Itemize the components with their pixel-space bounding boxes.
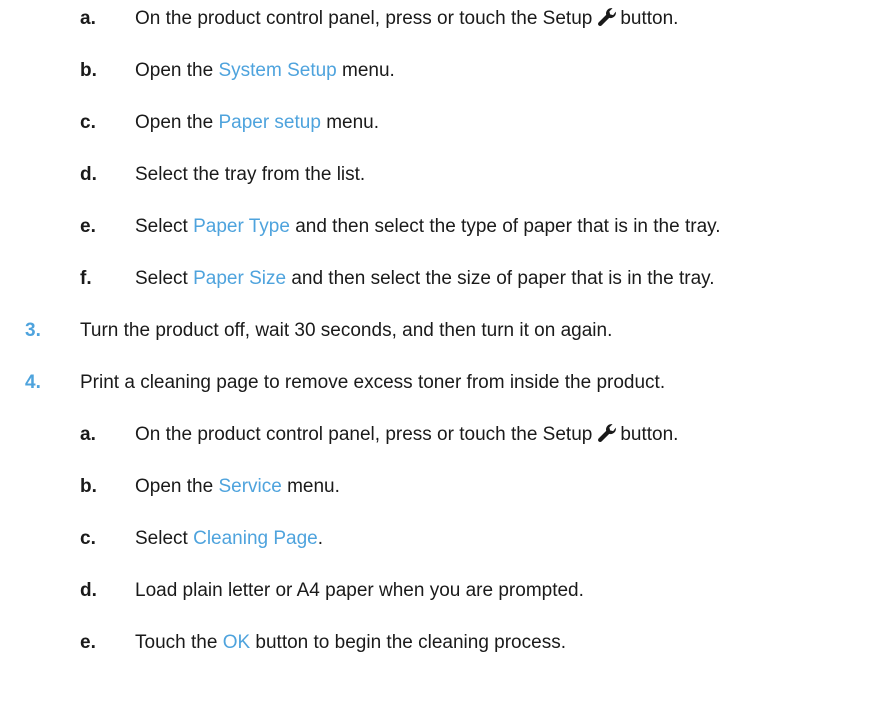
step-text: Open the Paper setup menu. [135, 108, 379, 138]
step-b-service: b. Open the Service menu. [80, 472, 880, 502]
step-text: Load plain letter or A4 paper when you a… [135, 580, 584, 601]
step-c-paper-setup: c. Open the Paper setup menu. [80, 108, 880, 138]
step-c-cleaning-page: c. Select Cleaning Page. [80, 524, 880, 554]
step-marker: d. [80, 580, 97, 601]
step-marker: c. [80, 112, 96, 133]
step-text-part: button. [620, 424, 679, 445]
step-text-part: Open the [135, 476, 214, 497]
step-e-paper-type: e. Select Paper Type and then select the… [80, 212, 880, 242]
step-d-load-paper: d. Load plain letter or A4 paper when yo… [80, 576, 880, 606]
step-f-paper-size: f. Select Paper Size and then select the… [80, 264, 880, 294]
step-text-part: Select [135, 528, 188, 549]
step-marker: e. [80, 632, 96, 653]
step-text-part: Select [135, 268, 188, 289]
step-marker: d. [80, 164, 97, 185]
step-text-part: and then select the type of paper that i… [295, 216, 721, 237]
step-text-part: On the product control panel, press or t… [135, 424, 593, 445]
menu-name-paper-size: Paper Size [193, 268, 287, 289]
step-text: Select the tray from the list. [135, 164, 366, 185]
step-text-part: Select [135, 216, 188, 237]
step-number: 4. [25, 372, 41, 393]
step-text: On the product control panel, press or t… [135, 420, 678, 450]
step-text: Select Cleaning Page. [135, 524, 323, 554]
step-marker: f. [80, 268, 92, 289]
step-text: Turn the product off, wait 30 seconds, a… [80, 320, 613, 341]
step-text: Select Paper Size and then select the si… [135, 264, 715, 294]
wrench-icon [598, 424, 617, 443]
menu-name-service: Service [218, 476, 282, 497]
menu-name-cleaning-page: Cleaning Page [193, 528, 318, 549]
step-text-part: On the product control panel, press or t… [135, 8, 593, 29]
step-text-part: button to begin the cleaning process. [255, 632, 566, 653]
step-text-part: Open the [135, 112, 214, 133]
menu-name-system-setup: System Setup [218, 60, 337, 81]
step-text: Select Paper Type and then select the ty… [135, 212, 721, 242]
step-3-power-cycle: 3. Turn the product off, wait 30 seconds… [25, 316, 885, 346]
step-text-part: menu. [287, 476, 340, 497]
step-text-part: Touch the [135, 632, 218, 653]
step-text: On the product control panel, press or t… [135, 4, 678, 34]
step-text-part: Open the [135, 60, 214, 81]
step-e-ok-button: e. Touch the OK button to begin the clea… [80, 628, 880, 658]
step-text: Touch the OK button to begin the cleanin… [135, 628, 566, 658]
step-b-system-setup: b. Open the System Setup menu. [80, 56, 880, 86]
step-number: 3. [25, 320, 41, 341]
step-marker: e. [80, 216, 96, 237]
wrench-icon [598, 8, 617, 27]
step-d-select-tray: d. Select the tray from the list. [80, 160, 880, 190]
step-a-setup: a. On the product control panel, press o… [80, 4, 880, 34]
step-text-part: menu. [342, 60, 395, 81]
step-text: Print a cleaning page to remove excess t… [80, 372, 666, 393]
step-marker: b. [80, 476, 97, 497]
step-text-part: . [317, 528, 324, 549]
step-text: Open the System Setup menu. [135, 56, 395, 86]
instruction-document: a. On the product control panel, press o… [0, 0, 892, 706]
step-marker: c. [80, 528, 96, 549]
step-4-cleaning-page: 4. Print a cleaning page to remove exces… [25, 368, 885, 398]
step-text-part: menu. [326, 112, 380, 133]
step-marker: a. [80, 424, 96, 445]
button-name-ok: OK [222, 632, 251, 653]
menu-name-paper-setup: Paper setup [218, 112, 321, 133]
step-text-part: button. [620, 8, 679, 29]
step-text: Open the Service menu. [135, 472, 340, 502]
step-a-setup-2: a. On the product control panel, press o… [80, 420, 880, 450]
step-text-part: and then select the size of paper that i… [291, 268, 715, 289]
step-marker: b. [80, 60, 97, 81]
menu-name-paper-type: Paper Type [193, 216, 290, 237]
step-marker: a. [80, 8, 96, 29]
